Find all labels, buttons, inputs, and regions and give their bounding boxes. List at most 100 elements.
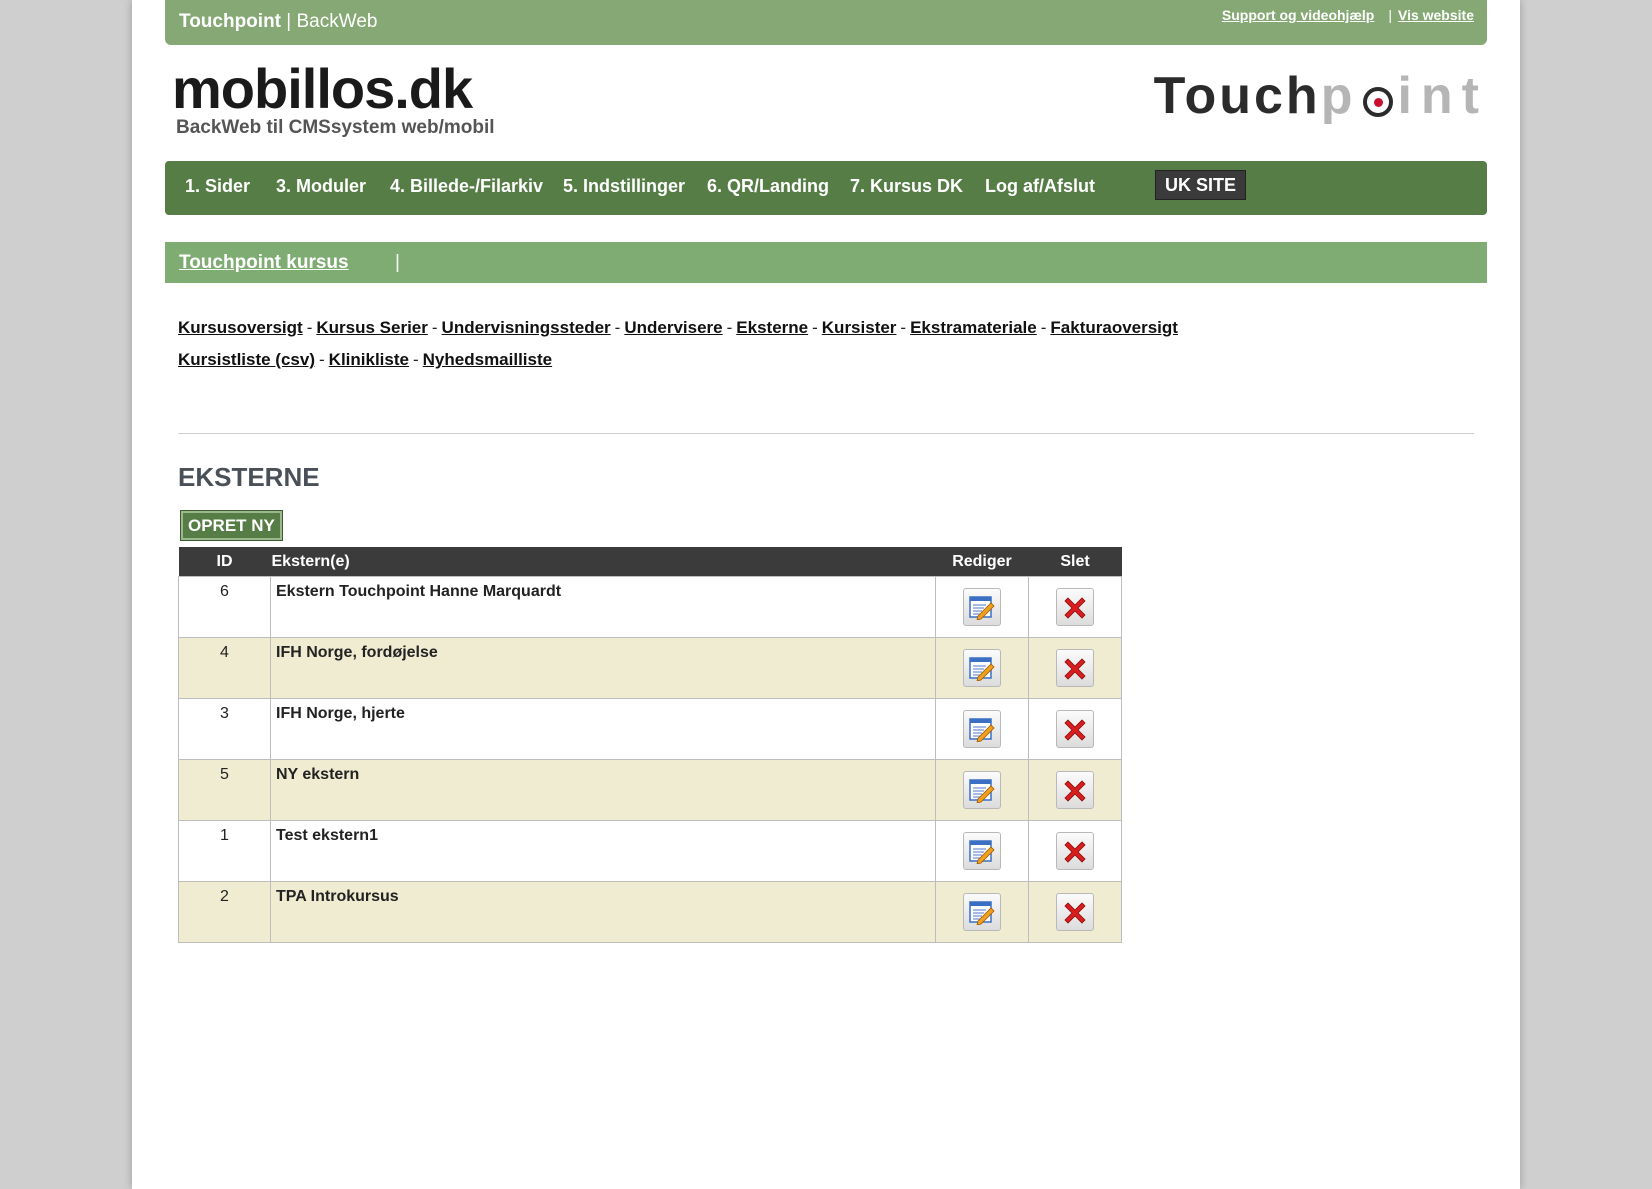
table-row: 5 NY ekstern [178, 759, 1122, 821]
delete-cell [1028, 881, 1122, 943]
page-title: EKSTERNE [178, 462, 320, 492]
sublink-kursusoversigt[interactable]: Kursusoversigt [178, 318, 303, 337]
edit-button[interactable] [963, 710, 1001, 748]
sublink-undervisere[interactable]: Undervisere [624, 318, 722, 337]
row-name: Test ekstern1 [270, 820, 936, 882]
sublink-separator: - [412, 350, 419, 369]
edit-cell [935, 820, 1029, 882]
row-id: 2 [178, 881, 271, 943]
touchpoint-logo-int: int [1397, 67, 1488, 125]
edit-cell [935, 637, 1029, 699]
nav-item-qr-landing[interactable]: 6. QR/Landing [707, 176, 829, 197]
row-id: 3 [178, 698, 271, 760]
section-separator: | [395, 252, 400, 273]
support-link[interactable]: Support og videohjælp [1222, 7, 1374, 23]
delete-cell [1028, 820, 1122, 882]
page-container: Touchpoint | BackWeb Support og videohjæ… [132, 0, 1520, 1189]
row-id: 4 [178, 637, 271, 699]
delete-button[interactable] [1056, 588, 1094, 626]
brand: Touchpoint | BackWeb [179, 11, 377, 33]
sublink-nyhedsmailliste[interactable]: Nyhedsmailliste [423, 350, 552, 369]
table-header-row: ID Ekstern(e) Rediger Slet [178, 547, 1122, 577]
divider [178, 433, 1474, 434]
sublink-separator: - [431, 318, 438, 337]
edit-button[interactable] [963, 771, 1001, 809]
table-row: 4 IFH Norge, fordøjelse [178, 637, 1122, 699]
logo-title: mobillos.dk [172, 57, 473, 120]
section-bar: Touchpoint kursus | [165, 242, 1487, 283]
eksterne-table: ID Ekstern(e) Rediger Slet 6 Ekstern Touc… [178, 547, 1122, 943]
delete-cell [1028, 637, 1122, 699]
delete-cell [1028, 698, 1122, 760]
sublink-separator: - [1040, 318, 1047, 337]
column-header-edit: Rediger [935, 547, 1029, 577]
touchpoint-logo-p: p [1320, 67, 1362, 125]
delete-cell [1028, 759, 1122, 821]
sublink-separator: - [319, 350, 325, 369]
nav-item-log-af[interactable]: Log af/Afslut [985, 176, 1095, 197]
delete-button[interactable] [1056, 771, 1094, 809]
delete-button[interactable] [1056, 893, 1094, 931]
delete-button[interactable] [1056, 710, 1094, 748]
logo-subtitle: BackWeb til CMSsystem web/mobil [176, 117, 495, 138]
sublink-separator: - [812, 318, 818, 337]
create-new-button[interactable]: OPRET NY [180, 510, 283, 541]
sublink-fakturaoversigt[interactable]: Fakturaoversigt [1050, 318, 1178, 337]
top-bar: Touchpoint | BackWeb Support og videohjæ… [165, 0, 1487, 45]
sublink-klinikliste[interactable]: Klinikliste [329, 350, 409, 369]
section-link-touchpoint-kursus[interactable]: Touchpoint kursus [179, 252, 349, 274]
sublink-separator: - [306, 318, 313, 337]
sublink-kursister[interactable]: Kursister [822, 318, 897, 337]
brand-suffix: | BackWeb [281, 11, 378, 32]
row-name: Ekstern Touchpoint Hanne Marquardt [270, 576, 936, 638]
sublink-ekstramateriale[interactable]: Ekstramateriale [910, 318, 1037, 337]
main-nav: 1. Sider 3. Moduler 4. Billede-/Filarkiv… [165, 161, 1487, 215]
brand-name: Touchpoint [179, 11, 282, 32]
view-website-link[interactable]: Vis website [1398, 7, 1474, 23]
sublink-separator: - [614, 318, 621, 337]
sublink-kursistliste-csv[interactable]: Kursistliste (csv) [178, 350, 315, 369]
delete-cell [1028, 576, 1122, 638]
row-name: NY ekstern [270, 759, 936, 821]
nav-item-moduler[interactable]: 3. Moduler [276, 176, 366, 197]
sublink-undervisningssteder[interactable]: Undervisningssteder [442, 318, 611, 337]
mobillos-logo: mobillos.dk BackWeb til CMSsystem web/mo… [172, 60, 495, 138]
sub-navigation-row-1: Kursusoversigt - Kursus Serier - Undervisnin… [178, 312, 1438, 344]
delete-button[interactable] [1056, 649, 1094, 687]
sublink-eksterne[interactable]: Eksterne [736, 318, 808, 337]
row-id: 1 [178, 820, 271, 882]
sublink-separator: - [726, 318, 733, 337]
sub-navigation-row-2: Kursistliste (csv) - Klinikliste - Nyhedsmai… [178, 344, 1438, 376]
column-header-id: ID [178, 547, 271, 577]
sublink-separator: - [900, 318, 907, 337]
nav-item-indstillinger[interactable]: 5. Indstillinger [563, 176, 685, 197]
edit-button[interactable] [963, 893, 1001, 931]
touchpoint-logo-dot [1363, 87, 1394, 117]
uk-site-button[interactable]: UK SITE [1155, 170, 1247, 200]
sub-navigation: Kursusoversigt - Kursus Serier - Undervisnin… [178, 312, 1438, 376]
edit-cell [935, 576, 1029, 638]
edit-cell [935, 698, 1029, 760]
edit-cell [935, 759, 1029, 821]
nav-item-sider[interactable]: 1. Sider [185, 176, 250, 197]
row-name: IFH Norge, hjerte [270, 698, 936, 760]
edit-cell [935, 881, 1029, 943]
touchpoint-logo: Touchp int [1154, 66, 1488, 126]
sublink-kursus-serier[interactable]: Kursus Serier [316, 318, 428, 337]
row-name: IFH Norge, fordøjelse [270, 637, 936, 699]
column-header-name: Ekstern(e) [270, 547, 936, 577]
touchpoint-logo-touch: Touch [1153, 67, 1321, 125]
delete-button[interactable] [1056, 832, 1094, 870]
top-links-separator: | [1388, 7, 1392, 23]
table-row: 2 TPA Introkursus [178, 881, 1122, 943]
row-name: TPA Introkursus [270, 881, 936, 943]
edit-button[interactable] [963, 832, 1001, 870]
table-row: 1 Test ekstern1 [178, 820, 1122, 882]
nav-item-billede-filarkiv[interactable]: 4. Billede-/Filarkiv [390, 176, 543, 197]
edit-button[interactable] [963, 649, 1001, 687]
table-row: 6 Ekstern Touchpoint Hanne Marquardt [178, 576, 1122, 638]
top-links: Support og videohjælp | Vis website [1222, 7, 1474, 23]
row-id: 5 [178, 759, 271, 821]
edit-button[interactable] [963, 588, 1001, 626]
nav-item-kursus-dk[interactable]: 7. Kursus DK [850, 176, 963, 197]
